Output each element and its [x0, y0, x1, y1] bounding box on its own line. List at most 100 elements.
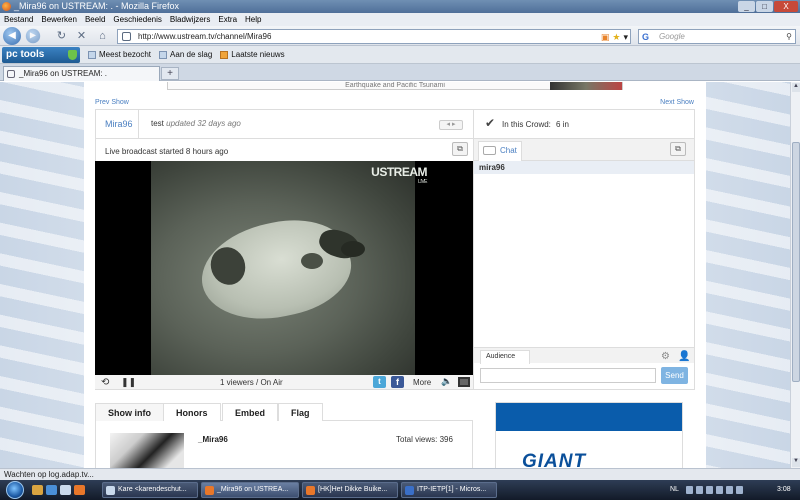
tray-icon[interactable]: [696, 486, 703, 494]
chat-bubble-icon: [483, 146, 496, 155]
address-bar[interactable]: http://www.ustream.tv/channel/Mira96 ▣ ★…: [117, 29, 631, 44]
scroll-thumb[interactable]: [792, 142, 800, 382]
pause-icon[interactable]: ❚❚: [121, 377, 136, 388]
crowd-header: ✔ In this Crowd: 6 in: [473, 109, 695, 139]
start-button[interactable]: [6, 481, 24, 499]
minimize-button[interactable]: _: [738, 1, 755, 12]
tab-embed[interactable]: Embed: [222, 403, 279, 421]
scroll-down-arrow[interactable]: ▼: [792, 458, 800, 467]
mail-icon: [106, 486, 115, 495]
crowd-label: In this Crowd:: [502, 120, 551, 129]
firefox-quicklaunch-icon[interactable]: [74, 485, 85, 495]
taskbar-item-firefox[interactable]: _Mira96 on USTREA...: [201, 482, 299, 498]
menu-bestand[interactable]: Bestand: [4, 15, 33, 24]
send-button[interactable]: Send: [661, 367, 688, 384]
total-views: Total views: 396: [396, 435, 453, 444]
checkmark-icon: ✔: [485, 116, 496, 130]
bookmark-star-icon[interactable]: ★: [612, 31, 620, 44]
popout-chat-button[interactable]: ⧉: [670, 142, 686, 156]
tab-honors[interactable]: Honors: [163, 403, 221, 421]
advertisement[interactable]: GIANT: [495, 402, 683, 468]
channel-title: test updated 32 days ago: [151, 119, 241, 128]
taskbar-item-mail[interactable]: Kare <karendeschut...: [102, 482, 198, 498]
back-button[interactable]: ◀: [3, 27, 21, 45]
tray-icon[interactable]: [706, 486, 713, 494]
channel-name-link[interactable]: Mira96: [105, 119, 133, 129]
reload-icon[interactable]: ↻: [55, 30, 68, 43]
channel-thumbnail[interactable]: [110, 433, 184, 468]
user-icon[interactable]: 👤: [678, 351, 690, 362]
menu-help[interactable]: Help: [245, 15, 261, 24]
taskbar-item-hk[interactable]: [HK]Het Dikke Buike...: [302, 482, 398, 498]
menu-geschiedenis[interactable]: Geschiedenis: [113, 15, 161, 24]
banner-image[interactable]: [550, 82, 622, 90]
window-title: _Mira96 on USTREAM: . - Mozilla Firefox: [14, 1, 180, 11]
home-icon[interactable]: ⌂: [96, 30, 109, 43]
prev-show-link[interactable]: Prev Show: [95, 99, 129, 106]
audience-bar: Audience ⚙ 👤: [474, 347, 694, 364]
maximize-button[interactable]: □: [756, 1, 773, 12]
new-tab-button[interactable]: +: [161, 67, 179, 80]
twitter-icon[interactable]: t: [373, 376, 386, 388]
dropdown-icon[interactable]: ▾: [623, 31, 628, 44]
next-show-link[interactable]: Next Show: [660, 99, 694, 106]
menu-extra[interactable]: Extra: [218, 15, 237, 24]
volume-icon[interactable]: 🔈: [441, 376, 452, 387]
tab-flag[interactable]: Flag: [278, 403, 323, 421]
popout-player-button[interactable]: ⧉: [452, 142, 468, 156]
tab-bar: _Mira96 on USTREAM: . +: [0, 64, 800, 81]
channel-owner-name[interactable]: _Mira96: [198, 435, 228, 444]
bookmark-getting-started[interactable]: Aan de slag: [159, 50, 212, 59]
show-desktop-icon[interactable]: [32, 485, 43, 495]
ie-icon[interactable]: [46, 485, 57, 495]
chat-user-row: mira96: [474, 161, 694, 174]
status-bar: Wachten op log.adap.tv...: [0, 468, 800, 480]
updated-time: updated 32 days ago: [166, 119, 241, 128]
gear-icon[interactable]: ⚙: [661, 351, 670, 362]
site-favicon: [122, 32, 131, 41]
tab-chat[interactable]: Chat: [478, 141, 522, 161]
scroll-up-arrow[interactable]: ▲: [792, 83, 800, 92]
volume-icon[interactable]: [726, 486, 733, 494]
more-button[interactable]: More: [413, 378, 431, 387]
facebook-icon[interactable]: f: [391, 376, 404, 388]
language-indicator[interactable]: NL: [670, 482, 679, 498]
window-titlebar: _Mira96 on USTREAM: . - Mozilla Firefox …: [0, 0, 800, 13]
rss-icon[interactable]: ▣: [601, 31, 610, 44]
clock[interactable]: 3:08: [777, 482, 791, 498]
tab-ustream[interactable]: _Mira96 on USTREAM: .: [3, 66, 160, 81]
shield-icon: [68, 49, 77, 60]
tray-icon[interactable]: [736, 486, 743, 494]
divider: [138, 110, 139, 138]
google-icon[interactable]: G: [642, 31, 649, 44]
show-info-panel: _Mira96 Total views: 396: [95, 421, 473, 468]
status-text: Wachten op log.adap.tv...: [4, 470, 94, 479]
info-tabs: Show info Honors Embed Flag: [95, 403, 473, 421]
player-controls: ⟲ ❚❚ 1 viewers / On Air t f More 🔈: [95, 375, 473, 390]
menu-beeld[interactable]: Beeld: [85, 15, 105, 24]
chat-input[interactable]: [480, 368, 656, 383]
network-icon[interactable]: [716, 486, 723, 494]
search-icon[interactable]: ⚲: [786, 30, 792, 43]
bookmark-most-visited[interactable]: Meest bezocht: [88, 50, 151, 59]
menu-bewerken[interactable]: Bewerken: [41, 15, 77, 24]
pager-buttons[interactable]: ◂ ▸: [439, 120, 463, 130]
forward-button[interactable]: ▶: [25, 28, 41, 44]
tab-show-info[interactable]: Show info: [95, 403, 164, 421]
tray-icon[interactable]: [686, 486, 693, 494]
page-scrollbar[interactable]: ▲ ▼: [790, 82, 800, 468]
search-box[interactable]: G Google ⚲: [638, 29, 796, 44]
page-icon: [159, 50, 168, 59]
video-frame: [151, 161, 415, 375]
menu-bladwijzers[interactable]: Bladwijzers: [170, 15, 210, 24]
close-button[interactable]: X: [774, 1, 798, 12]
refresh-icon[interactable]: ⟲: [101, 377, 109, 388]
tab-audience[interactable]: Audience: [480, 350, 530, 364]
bookmark-latest-news[interactable]: Laatste nieuws: [220, 50, 285, 59]
video-player[interactable]: USTREAM LIVE: [95, 161, 473, 375]
pctools-toolbar-logo[interactable]: pc tools: [2, 46, 80, 63]
stop-icon[interactable]: ✕: [75, 30, 88, 43]
taskbar-item-word[interactable]: ITP-IETP[1] - Micros...: [401, 482, 497, 498]
fullscreen-icon[interactable]: [458, 377, 470, 387]
mail-icon[interactable]: [60, 485, 71, 495]
